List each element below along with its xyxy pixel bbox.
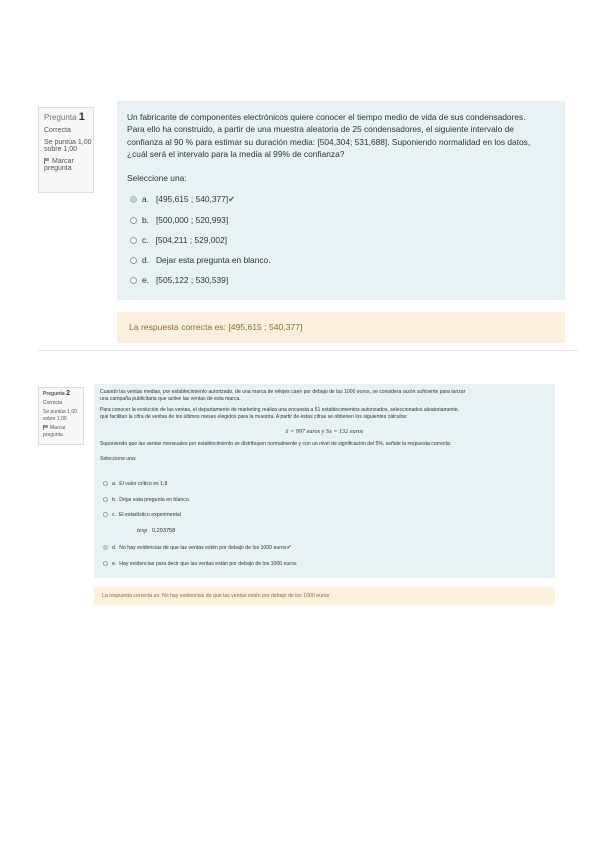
option-letter: d. bbox=[112, 545, 117, 551]
correct-answer-text: La respuesta correcta es: No hay evidenc… bbox=[102, 593, 330, 599]
question-score-line2: sobre 1,00 bbox=[43, 415, 67, 422]
option-text: Dejar esta pregunta en blanco. bbox=[155, 255, 271, 265]
radio-button[interactable] bbox=[130, 237, 137, 245]
option-text: No hay evidencias de que las ventas esté… bbox=[119, 545, 287, 551]
statistic-label: texp bbox=[137, 527, 148, 534]
radio-button[interactable] bbox=[103, 512, 108, 518]
statistics-formula: x̄ = 997 euros y Sx = 132 euros bbox=[285, 427, 364, 435]
question-number: 1 bbox=[78, 111, 85, 123]
question-2-feedback: La respuesta correcta es: No hay evidenc… bbox=[94, 587, 555, 605]
select-prompt: Seleccione una: bbox=[100, 456, 137, 463]
statistic-value: 0,293758 bbox=[151, 528, 176, 534]
answer-option[interactable]: c. [504,211 ; 529,002] bbox=[130, 234, 227, 246]
answer-option[interactable]: d. No hay evidencias de que las ventas e… bbox=[103, 545, 292, 552]
radio-button[interactable] bbox=[103, 545, 108, 551]
option-text: [500,000 ; 520,993] bbox=[155, 215, 229, 225]
question-text-line: confianza al 90 % para estimar su duraci… bbox=[127, 136, 531, 147]
question-score-line1: Se puntúa 1,00 bbox=[44, 139, 92, 146]
experimental-statistic: texp 0,293758 bbox=[137, 527, 175, 535]
option-text: [504,211 ; 529,002] bbox=[155, 235, 228, 245]
option-text: [505,122 ; 530,539] bbox=[155, 275, 229, 285]
answer-option[interactable]: b. [500,000 ; 520,993] bbox=[130, 214, 228, 226]
question-text-line: Cuando las ventas medias, por establecim… bbox=[100, 389, 466, 395]
select-prompt: Seleccione una: bbox=[127, 173, 187, 184]
answer-option[interactable]: e. [505,122 ; 530,539] bbox=[130, 274, 228, 286]
option-letter: b. bbox=[112, 497, 117, 503]
option-letter: e. bbox=[142, 275, 149, 285]
answer-option[interactable]: c. El estadístico experimental bbox=[103, 512, 181, 519]
flag-label-line2: pregunta bbox=[43, 431, 63, 438]
question-text-line: Para conocer la evolución de las ventas,… bbox=[100, 406, 460, 413]
option-letter: c. bbox=[112, 512, 117, 518]
radio-button[interactable] bbox=[103, 481, 108, 487]
flag-label-line1: Marcar bbox=[50, 425, 66, 431]
option-letter: c. bbox=[142, 235, 149, 245]
flag-label-line2: pregunta bbox=[44, 165, 72, 172]
question-separator bbox=[38, 350, 578, 351]
answer-option[interactable]: d. Dejar esta pregunta en blanco. bbox=[130, 254, 271, 266]
correct-answer-text: La respuesta correcta es: [495,615 ; 540… bbox=[129, 322, 303, 332]
option-text: Hay evidencias para decir que las ventas… bbox=[119, 561, 297, 567]
question-score-line2: sobre 1,00 bbox=[44, 146, 78, 153]
option-letter: d. bbox=[142, 255, 149, 265]
answer-option[interactable]: a. [495,615 ; 540,377]✔ bbox=[130, 193, 235, 205]
question-1-feedback: La respuesta correcta es: [495,615 ; 540… bbox=[117, 312, 565, 343]
question-1-heading: Pregunta 1 bbox=[44, 112, 88, 123]
option-letter: e. bbox=[112, 561, 117, 567]
question-state: Correcta bbox=[43, 399, 63, 406]
radio-button[interactable] bbox=[130, 257, 137, 265]
option-letter: b. bbox=[142, 215, 149, 225]
answer-option[interactable]: a. El valor crítico es 1,8 bbox=[103, 481, 167, 488]
flag-icon bbox=[44, 158, 50, 164]
option-text: Dejar esta pregunta en blanco. bbox=[119, 497, 191, 503]
question-2-info: Pregunta 2 Correcta Se puntúa 1,00 sobre… bbox=[38, 387, 84, 445]
question-score-line1: Se puntúa 1,00 bbox=[43, 409, 77, 415]
question-text-line: Un fabricante de componentes electrónico… bbox=[127, 112, 526, 122]
option-letter: a. bbox=[142, 194, 149, 204]
correct-check-icon: ✔ bbox=[228, 194, 236, 204]
question-label: Pregunta bbox=[43, 391, 65, 397]
question-2-heading: Pregunta 2 bbox=[43, 390, 79, 398]
flag-question-link[interactable]: Marcar bbox=[44, 158, 88, 165]
radio-button[interactable] bbox=[130, 196, 137, 204]
option-text: El valor crítico es 1,8 bbox=[119, 481, 168, 487]
answer-option[interactable]: e. Hay evidencias para decir que las ven… bbox=[103, 561, 297, 568]
radio-button[interactable] bbox=[130, 217, 137, 225]
flag-label-line1: Marcar bbox=[52, 158, 74, 165]
radio-button[interactable] bbox=[103, 561, 108, 567]
option-letter: a. bbox=[112, 481, 117, 487]
question-number: 2 bbox=[66, 390, 70, 397]
flag-icon bbox=[43, 425, 48, 430]
radio-button[interactable] bbox=[130, 277, 137, 285]
option-text: El estadístico experimental bbox=[118, 512, 181, 518]
question-label: Pregunta bbox=[44, 113, 77, 122]
question-state: Correcta bbox=[44, 127, 71, 134]
option-text: [495,615 ; 540,377] bbox=[155, 194, 229, 204]
question-text-line: ¿cuál será el intervalo para la media al… bbox=[127, 148, 345, 159]
question-text-line: una campaña publicitaria que active las … bbox=[100, 396, 241, 403]
question-text-line: que facilitan la cifra de ventas de los … bbox=[100, 414, 408, 421]
correct-check-icon: ✔ bbox=[286, 545, 292, 551]
radio-button[interactable] bbox=[103, 497, 108, 503]
question-1-info: Pregunta 1 Correcta Se puntúa 1,00 sobre… bbox=[38, 107, 94, 193]
question-text-line: Para ello ha construido, a partir de una… bbox=[127, 124, 514, 135]
question-assumption: Suponiendo que las ventas mensuales por … bbox=[100, 441, 452, 448]
answer-option[interactable]: b. Dejar esta pregunta en blanco. bbox=[103, 497, 190, 504]
